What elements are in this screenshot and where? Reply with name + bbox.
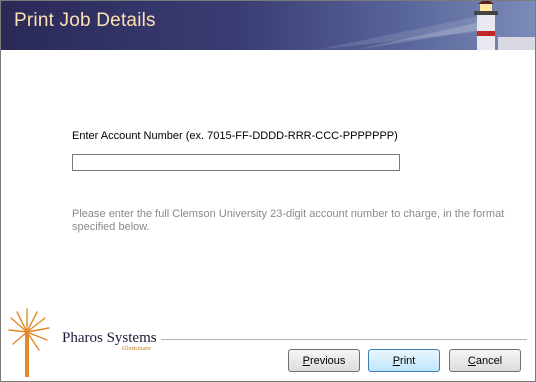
previous-mnemonic: P <box>302 354 310 367</box>
cancel-mnemonic: C <box>467 354 476 367</box>
print-label: rint <box>400 354 416 367</box>
account-number-label: Enter Account Number (ex. 7015-FF-DDDD-R… <box>72 130 398 142</box>
previous-label: revious <box>309 354 346 367</box>
account-help-text: Please enter the full Clemson University… <box>72 208 505 233</box>
lighthouse-icon <box>315 1 535 50</box>
footer-divider <box>161 339 527 340</box>
print-button[interactable]: Print <box>368 349 440 372</box>
account-number-input[interactable] <box>72 154 400 171</box>
window-title: Print Job Details <box>14 10 156 31</box>
print-mnemonic: P <box>392 354 401 367</box>
cancel-label: ancel <box>475 354 503 367</box>
cancel-button[interactable]: Cancel <box>449 349 521 372</box>
header-banner: Print Job Details <box>1 1 535 50</box>
previous-button[interactable]: Previous <box>288 349 360 372</box>
brand-tagline: illuminate <box>122 345 152 352</box>
pharos-logo-icon <box>8 308 50 377</box>
print-job-details-window: Print Job Details Enter Account Number (… <box>0 0 536 382</box>
